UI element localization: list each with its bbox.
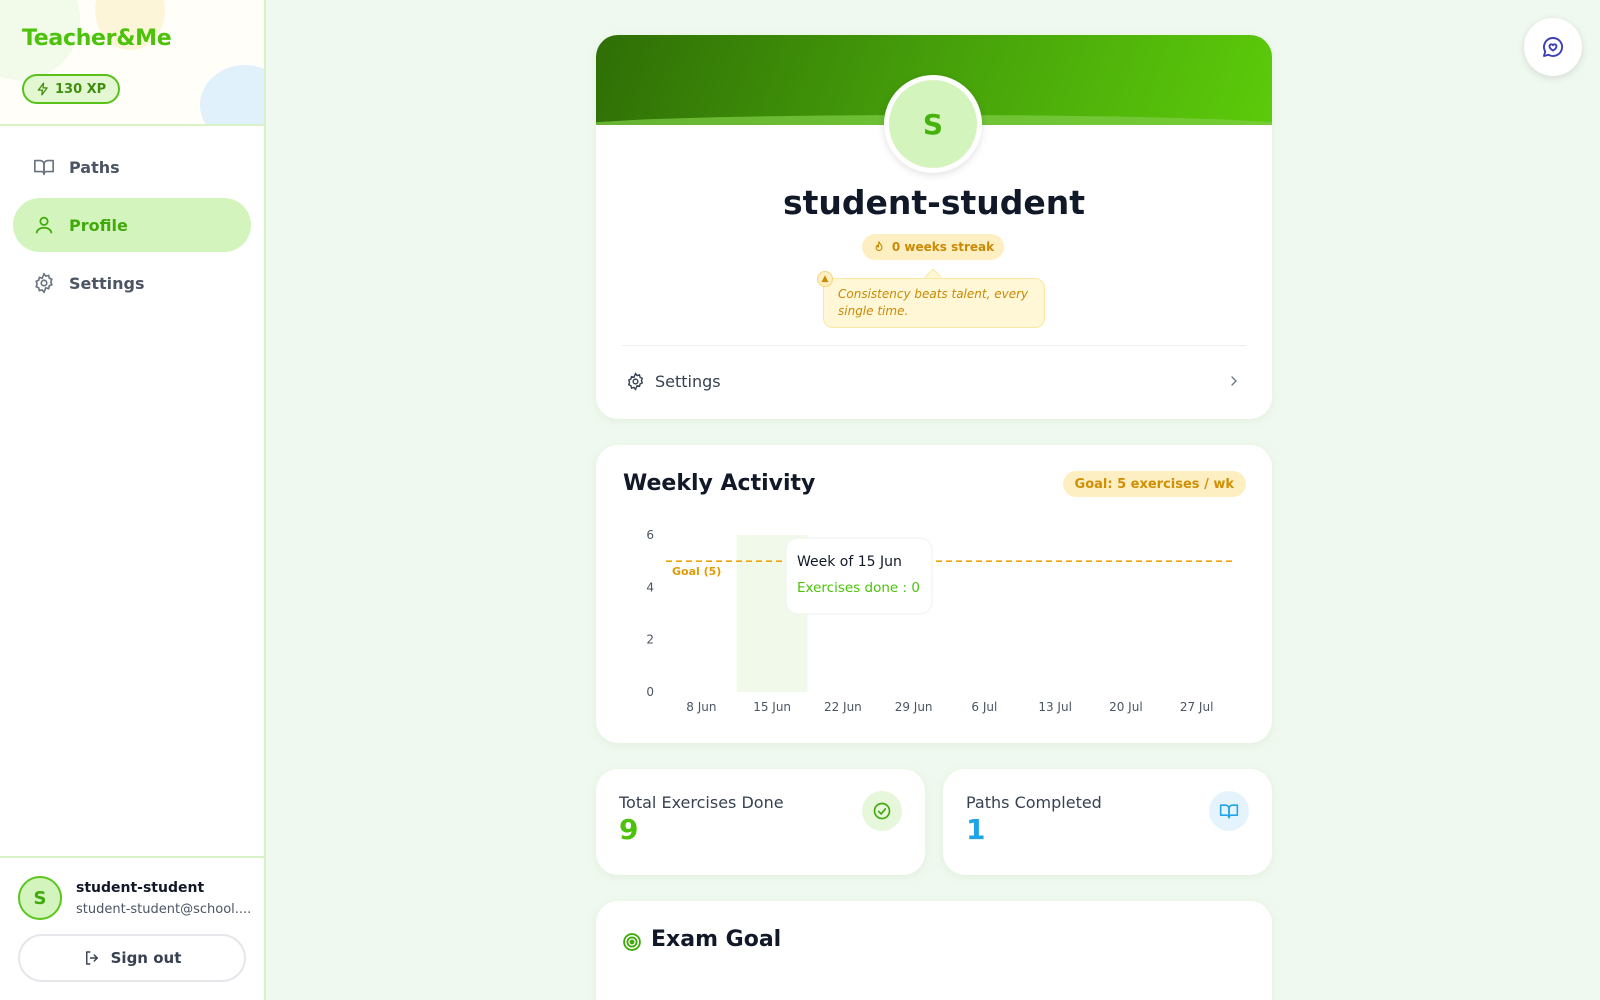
profile-name: student-student <box>782 183 1086 222</box>
main-content: S student-student 0 weeks streak Consist… <box>596 35 1272 1000</box>
streak-text: 0 weeks streak <box>891 240 995 254</box>
user-email: student-student@school.... <box>76 902 251 917</box>
profile-avatar[interactable]: S <box>884 75 982 173</box>
exam-goal-title: Exam Goal <box>651 927 782 952</box>
chevron-right-icon <box>1231 376 1237 386</box>
stat-label: Paths Completed <box>966 793 1102 812</box>
logout-icon <box>85 951 98 965</box>
stats-row: Total Exercises Done 9 Paths Completed 1 <box>596 769 1272 875</box>
sidebar: Teacher&Me 130 XP Paths Profile Settings… <box>0 0 266 1000</box>
sign-out-label: Sign out <box>110 949 182 967</box>
settings-link[interactable]: Settings <box>626 358 1242 404</box>
flame-icon: ▲ <box>817 271 833 287</box>
user-icon <box>35 216 53 234</box>
exam-goal-card: Exam Goal <box>596 901 1272 1000</box>
xp-badge: 130 XP <box>22 74 121 104</box>
y-tick-label: 6 <box>646 528 654 542</box>
x-tick-label: 8 Jun <box>686 700 716 714</box>
gear-icon <box>627 371 644 391</box>
y-tick-label: 2 <box>646 633 654 647</box>
sidebar-item-paths[interactable]: Paths <box>13 140 251 194</box>
x-tick-label: 20 Jul <box>1109 700 1143 714</box>
brand-area: Teacher&Me 130 XP <box>0 0 264 126</box>
streak-badge: 0 weeks streak <box>862 234 1004 260</box>
tooltip-value: Exercises done : 0 <box>797 580 920 596</box>
weekly-activity-card: Weekly Activity Goal: 5 exercises / wk 0… <box>596 445 1272 743</box>
lightning-icon <box>37 82 48 96</box>
tooltip-box <box>785 537 933 615</box>
motivation-quote: Consistency beats talent, every single t… <box>823 278 1045 328</box>
chat-button[interactable] <box>1524 18 1582 76</box>
book-icon <box>1209 791 1249 831</box>
divider <box>622 345 1246 346</box>
x-tick-label: 29 Jun <box>895 700 933 714</box>
x-tick-label: 22 Jun <box>824 700 862 714</box>
x-tick-label: 15 Jun <box>753 700 791 714</box>
user-name: student-student <box>76 880 205 896</box>
sidebar-item-label: Profile <box>69 215 128 235</box>
sign-out-button[interactable]: Sign out <box>18 934 246 982</box>
brand-logo[interactable]: Teacher&Me <box>22 26 172 51</box>
profile-card: S student-student 0 weeks streak Consist… <box>596 35 1272 419</box>
flame-icon <box>875 241 883 252</box>
y-tick-label: 0 <box>646 685 654 699</box>
total-exercises-card: Total Exercises Done 9 <box>596 769 925 875</box>
settings-link-label: Settings <box>655 371 721 391</box>
sidebar-item-label: Settings <box>69 273 145 293</box>
avatar[interactable]: S <box>18 876 62 920</box>
stat-value: 9 <box>619 813 639 846</box>
book-icon <box>34 159 54 176</box>
stat-value: 1 <box>966 813 986 846</box>
activity-chart[interactable]: 0 2 4 6 8 Jun 15 Jun 22 Jun 29 Jun 6 Jul 13 Jul 20… <box>596 445 1272 743</box>
paths-completed-card: Paths Completed 1 <box>943 769 1272 875</box>
check-circle-icon <box>862 791 902 831</box>
goal-line-label: Goal (5) <box>672 565 721 578</box>
tooltip-title: Week of 15 Jun <box>797 554 902 570</box>
decor-blob <box>200 65 264 124</box>
gear-icon <box>35 272 53 294</box>
sidebar-item-profile[interactable]: Profile <box>13 198 251 252</box>
sidebar-item-settings[interactable]: Settings <box>13 256 251 310</box>
y-tick-label: 4 <box>646 580 654 594</box>
x-tick-label: 27 Jul <box>1180 700 1214 714</box>
x-tick-label: 13 Jul <box>1038 700 1072 714</box>
chat-heart-icon <box>1543 37 1564 57</box>
user-panel: S student-student student-student@school… <box>0 856 264 1000</box>
xp-value: 130 XP <box>55 81 107 97</box>
target-icon <box>623 933 641 951</box>
x-tick-label: 6 Jul <box>971 700 997 714</box>
sidebar-nav: Paths Profile Settings <box>13 140 251 314</box>
sidebar-item-label: Paths <box>69 157 120 177</box>
stat-label: Total Exercises Done <box>619 793 784 812</box>
